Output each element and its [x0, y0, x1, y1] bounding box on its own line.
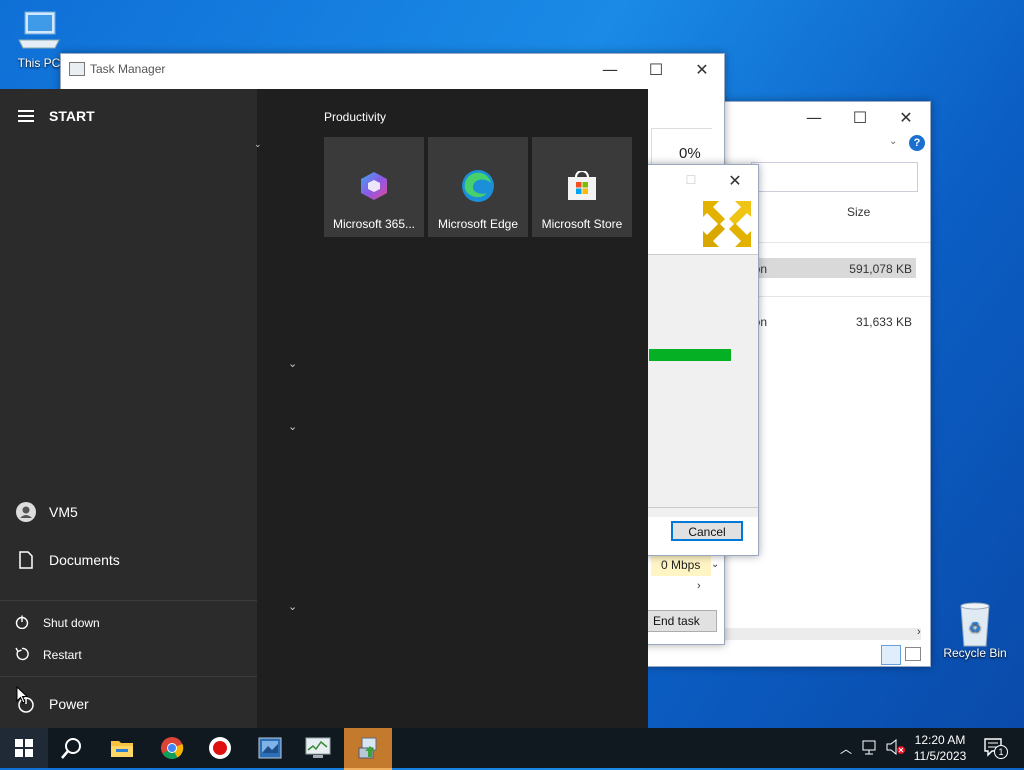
power-submenu: Shut down Restart	[0, 600, 257, 677]
shutdown-menu-item[interactable]: Shut down	[43, 616, 100, 630]
start-menu-left-pane: START VM5 Documents Shut down Restart Po…	[0, 89, 257, 728]
desktop-icon-label: Recycle Bin	[943, 646, 1007, 660]
close-button[interactable]: ✕	[712, 165, 758, 195]
clock-time: 12:20 AM	[914, 733, 966, 747]
start-user-vm5[interactable]: VM5	[0, 492, 257, 532]
scroll-right-icon[interactable]: ›	[697, 580, 701, 592]
end-task-button[interactable]: End task	[647, 610, 717, 632]
hamburger-menu-icon[interactable]	[14, 110, 38, 122]
store-icon	[566, 170, 598, 204]
start-button[interactable]	[0, 728, 48, 768]
app-icon	[258, 737, 282, 759]
notification-icon[interactable]: 1	[984, 738, 1008, 761]
task-manager-icon	[69, 62, 85, 76]
help-icon[interactable]: ?	[909, 135, 925, 151]
installer-icon	[358, 737, 377, 759]
tile-microsoft-edge[interactable]: Microsoft Edge	[428, 137, 528, 237]
search-button[interactable]	[48, 728, 96, 768]
tile-label: Microsoft Store	[541, 217, 623, 231]
power-icon	[15, 615, 29, 632]
recorder-taskbar-button[interactable]	[196, 728, 244, 768]
maximize-button[interactable]: ☐	[668, 165, 714, 195]
network-cell: 0 Mbps	[651, 554, 711, 576]
mouse-cursor-icon	[16, 685, 29, 707]
minimize-button[interactable]: —	[791, 102, 837, 132]
taskbar: ︿ 12:20 AM 11/5/2023 1	[0, 728, 1024, 770]
search-input[interactable]	[751, 162, 918, 192]
progress-fill	[649, 349, 731, 361]
tile-microsoft-365[interactable]: Microsoft 365...	[324, 137, 424, 237]
transfer-animation-icon	[703, 201, 751, 250]
user-icon	[14, 502, 38, 522]
restart-icon	[15, 647, 29, 664]
file-explorer-taskbar-button[interactable]	[98, 728, 146, 768]
restart-menu-item[interactable]: Restart	[43, 648, 82, 662]
tile-label: Microsoft 365...	[332, 217, 416, 231]
start-power[interactable]: Power	[0, 684, 257, 724]
maximize-button[interactable]: ☐	[633, 54, 679, 84]
minimize-button[interactable]: —	[587, 54, 633, 84]
app-taskbar-button[interactable]	[246, 728, 294, 768]
chevron-down-icon[interactable]: ⌄	[288, 600, 297, 613]
clock[interactable]: 12:20 AM 11/5/2023	[912, 732, 968, 764]
svg-text:♻: ♻	[969, 620, 982, 636]
tile-microsoft-store[interactable]: Microsoft Store	[532, 137, 632, 237]
start-header[interactable]: START	[0, 96, 257, 136]
clock-date: 11/5/2023	[913, 749, 967, 763]
recycle-bin-icon: ♻	[951, 600, 999, 647]
tray-overflow-icon[interactable]: ︿	[840, 740, 852, 757]
installer-taskbar-button[interactable]	[344, 728, 392, 770]
record-icon	[209, 737, 231, 759]
chrome-taskbar-button[interactable]	[148, 728, 196, 768]
network-icon[interactable]	[862, 739, 880, 758]
chevron-down-icon[interactable]: ⌄	[889, 136, 897, 147]
close-button[interactable]: ✕	[883, 102, 929, 132]
scroll-right-icon[interactable]: ›	[917, 626, 921, 638]
desktop-icon-recycle-bin[interactable]: ♻ Recycle Bin	[940, 600, 1010, 660]
scroll-down-icon[interactable]: ⌄	[711, 559, 719, 570]
search-icon	[61, 738, 81, 759]
start-menu: START VM5 Documents Shut down Restart Po…	[0, 89, 648, 728]
task-manager-taskbar-button[interactable]	[294, 728, 342, 768]
details-view-icon[interactable]	[881, 645, 901, 665]
microsoft-365-icon	[360, 171, 388, 204]
chevron-down-icon[interactable]: ⌄	[288, 420, 297, 433]
notification-count: 1	[994, 745, 1008, 759]
progress-track	[649, 349, 731, 361]
tile-label: Microsoft Edge	[437, 217, 519, 231]
thumbnail-view-icon[interactable]	[905, 647, 921, 661]
chevron-down-icon[interactable]: ⌄	[254, 139, 262, 150]
chrome-icon	[161, 737, 184, 759]
windows-start-icon	[15, 739, 33, 757]
chevron-down-icon[interactable]: ⌄	[288, 357, 297, 370]
column-header-size[interactable]: Size	[847, 205, 870, 219]
start-documents[interactable]: Documents	[0, 540, 257, 580]
cancel-button[interactable]: Cancel	[671, 521, 743, 541]
maximize-button[interactable]: ☐	[837, 102, 883, 132]
cpu-percent: 0%	[679, 145, 701, 162]
task-manager-icon	[305, 737, 331, 758]
computer-icon	[15, 10, 63, 54]
edge-icon	[461, 169, 495, 206]
document-icon	[14, 551, 38, 569]
task-manager-titlebar[interactable]: Task Manager — ☐ ✕	[61, 54, 724, 84]
tile-group-title: Productivity	[324, 110, 387, 124]
close-button[interactable]: ✕	[679, 54, 725, 84]
file-explorer-icon	[111, 741, 133, 757]
volume-muted-icon[interactable]	[886, 738, 906, 758]
window-title: Task Manager	[90, 62, 166, 76]
